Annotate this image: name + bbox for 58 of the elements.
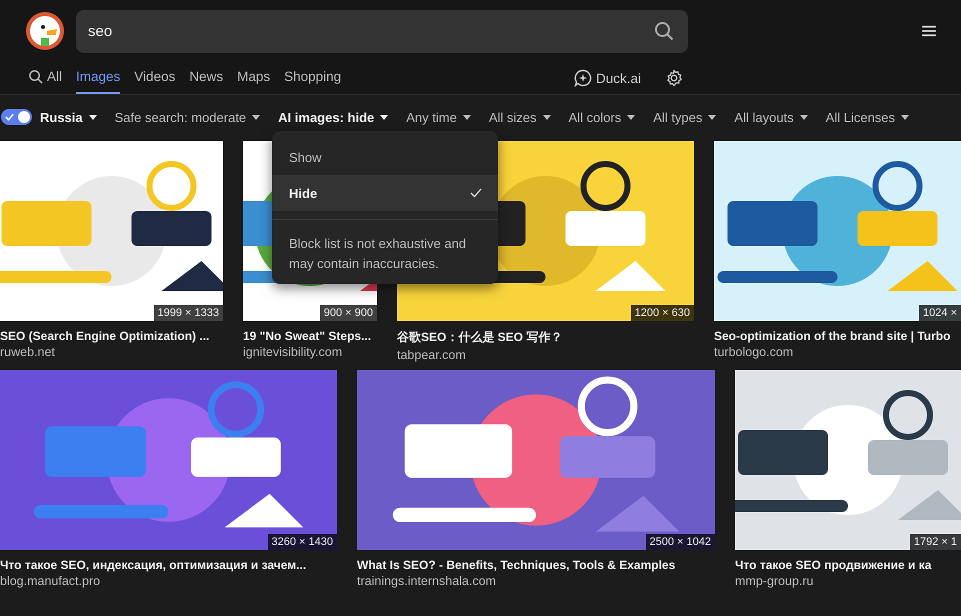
chat-sparkle-icon bbox=[574, 69, 592, 87]
caret-icon bbox=[462, 114, 471, 120]
dropdown-option[interactable]: Show bbox=[272, 139, 498, 175]
nav-tab[interactable]: All bbox=[28, 62, 62, 94]
image-size-label: 2500 × 1042 bbox=[646, 534, 715, 550]
check-icon bbox=[5, 113, 14, 121]
result-title[interactable]: What Is SEO? - Benefits, Techniques, Tools & Examples bbox=[357, 558, 715, 572]
nav-tab[interactable]: News bbox=[189, 62, 224, 94]
region-filter[interactable]: Russia bbox=[40, 110, 97, 124]
result-source[interactable]: tabpear.com bbox=[397, 348, 694, 362]
result-title[interactable]: 19 "No Sweat" Steps... bbox=[243, 329, 377, 343]
filter-dropdown[interactable]: Any time bbox=[406, 110, 471, 124]
nav-tab[interactable]: Maps bbox=[237, 62, 270, 94]
settings-icon[interactable] bbox=[665, 69, 683, 87]
result-title[interactable]: 谷歌SEO：什么是 SEO 写作？ bbox=[397, 329, 694, 346]
result-title[interactable]: Что такое SEO продвижение и ка bbox=[735, 558, 961, 572]
dropdown-option[interactable]: Hide bbox=[272, 175, 498, 211]
filter-dropdown[interactable]: All layouts bbox=[734, 110, 808, 124]
filter-dropdown[interactable]: All types bbox=[653, 110, 716, 124]
caret-icon bbox=[252, 114, 260, 120]
filter-dropdown[interactable]: All sizes bbox=[488, 110, 551, 124]
result-title[interactable]: SEO (Search Engine Optimization) ... bbox=[0, 329, 223, 343]
result-source[interactable]: blog.manufact.pro bbox=[0, 574, 337, 588]
result-source[interactable]: turbologo.com bbox=[714, 345, 961, 359]
caret-icon bbox=[380, 114, 388, 120]
search-field[interactable]: seo bbox=[76, 10, 688, 52]
duck-ai-link[interactable]: Duck.ai bbox=[574, 62, 641, 94]
caret-icon bbox=[88, 114, 97, 120]
result-title[interactable]: Что такое SEO, индексация, оптимизация и зачем... bbox=[0, 558, 337, 572]
filter-dropdown[interactable]: AI images: hide bbox=[278, 110, 388, 124]
filter-dropdown[interactable]: Safe search: moderate bbox=[114, 110, 260, 124]
result-source[interactable]: mmp-group.ru bbox=[735, 574, 961, 588]
filter-dropdown[interactable]: All colors bbox=[568, 110, 636, 124]
image-size-label: 1200 × 630 bbox=[630, 305, 694, 321]
result-title[interactable]: Seo-optimization of the brand site | Turbo bbox=[714, 329, 961, 343]
caret-icon bbox=[901, 114, 910, 120]
menu-icon[interactable] bbox=[922, 25, 936, 37]
caret-icon bbox=[708, 114, 716, 120]
region-toggle[interactable] bbox=[1, 109, 32, 125]
nav-tab[interactable]: Images bbox=[76, 62, 120, 94]
caret-icon bbox=[542, 114, 551, 120]
caret-icon bbox=[800, 114, 808, 120]
nav-tab[interactable]: Shopping bbox=[284, 62, 342, 94]
image-size-label: 1024 × bbox=[919, 305, 961, 321]
image-size-label: 900 × 900 bbox=[320, 305, 377, 321]
result-source[interactable]: ruweb.net bbox=[0, 345, 223, 359]
filter-dropdown[interactable]: All Licenses bbox=[826, 110, 910, 124]
duck-logo-icon[interactable] bbox=[25, 11, 65, 51]
image-size-label: 1792 × 1 bbox=[910, 534, 961, 550]
dropdown-note: Block list is not exhaustive and may contain inaccuracies. bbox=[288, 235, 468, 273]
search-icon[interactable] bbox=[654, 20, 674, 40]
image-size-label: 3260 × 1430 bbox=[268, 534, 337, 550]
result-source[interactable]: ignitevisibility.com bbox=[243, 345, 377, 359]
nav-tab[interactable]: Videos bbox=[134, 62, 176, 94]
result-source[interactable]: trainings.internshala.com bbox=[357, 574, 715, 588]
image-size-label: 1999 × 1333 bbox=[154, 305, 223, 321]
check-icon bbox=[470, 188, 482, 198]
caret-icon bbox=[627, 114, 636, 120]
